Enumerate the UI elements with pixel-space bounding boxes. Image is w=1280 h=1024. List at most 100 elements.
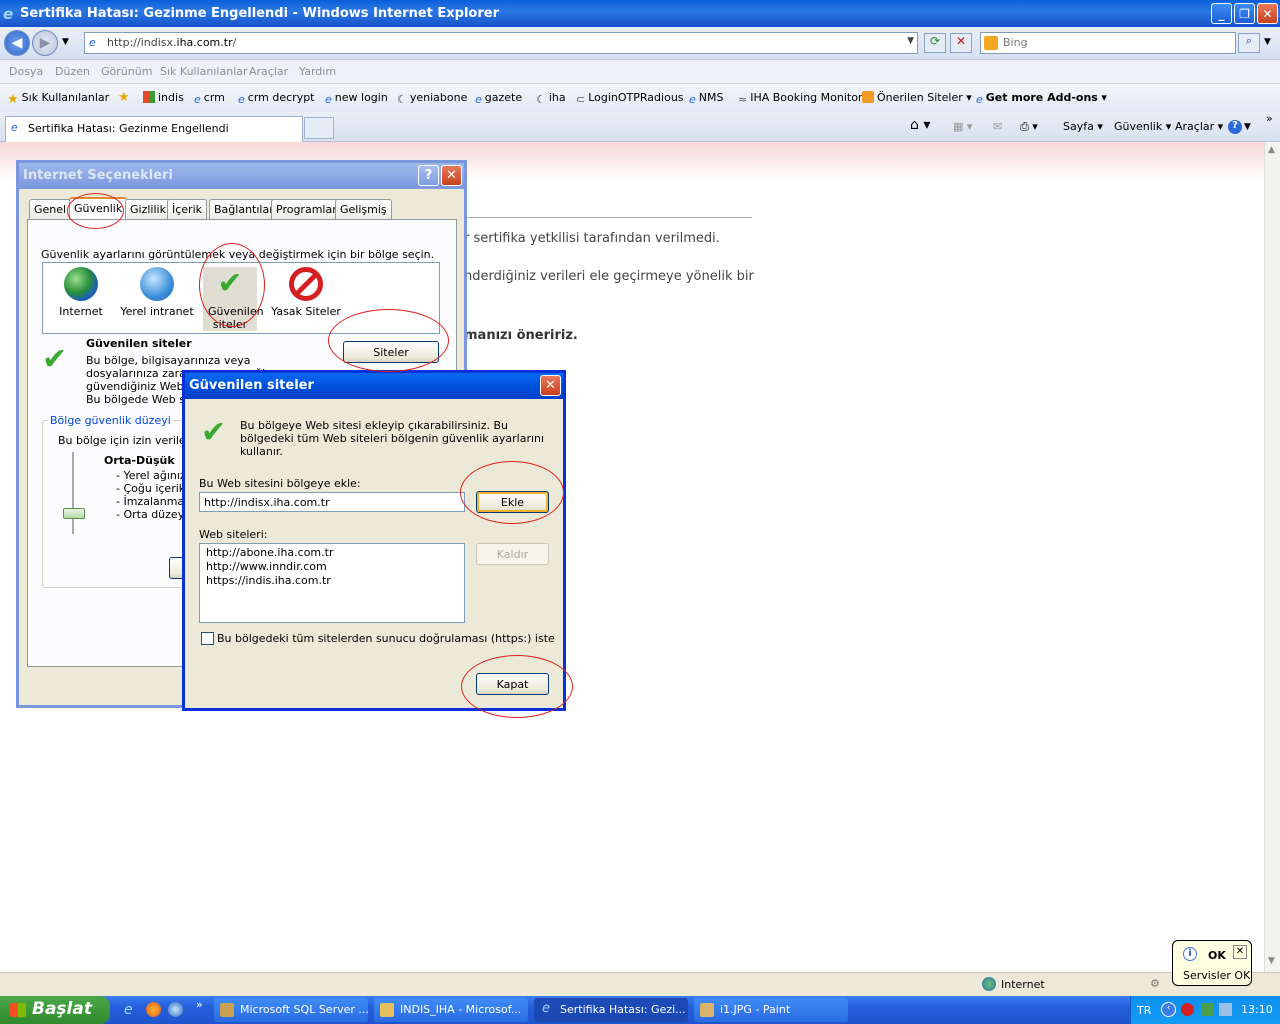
bing-icon	[984, 36, 998, 50]
list-item[interactable]: http://www.inndir.com	[206, 560, 458, 574]
new-tab-button[interactable]	[304, 117, 334, 139]
zone-internet[interactable]: Internet	[53, 267, 109, 318]
menu-yardim[interactable]: Yardım	[299, 65, 336, 78]
help-dropdown-icon[interactable]: ▼	[1244, 122, 1251, 132]
forward-button[interactable]: ▶	[32, 30, 58, 56]
tray-chevron-icon[interactable]: ‹	[1161, 1002, 1176, 1017]
minimize-button[interactable]: _	[1211, 3, 1232, 24]
clock[interactable]: 13:10	[1241, 1003, 1273, 1016]
refresh-button[interactable]: ⟳	[924, 33, 946, 53]
paperclip-icon: ⊂	[576, 93, 586, 106]
menu-gorunum[interactable]: Görünüm	[101, 65, 152, 78]
zone-local-intranet[interactable]: Yerel intranet	[119, 267, 195, 318]
history-dropdown-icon[interactable]: ▼	[62, 37, 69, 47]
fav-indis[interactable]: indis	[143, 91, 184, 104]
close-button[interactable]: ✕	[1257, 3, 1278, 24]
globe-icon	[64, 267, 98, 301]
fav-nms[interactable]: e NMS	[689, 91, 723, 106]
dialog-close-button[interactable]: ✕	[441, 165, 462, 186]
https-checkbox[interactable]	[201, 632, 214, 645]
notification-balloon[interactable]: i OK ✕ Servisler OK	[1172, 940, 1252, 986]
tab-programlar[interactable]: Programlar	[271, 199, 342, 219]
task-sql-server[interactable]: Microsoft SQL Server ...	[214, 998, 368, 1022]
fav-get-more-addons[interactable]: e Get more Add-ons ▾	[976, 91, 1107, 106]
tray-network-icon[interactable]	[1201, 1003, 1214, 1016]
quicklaunch-app-icon[interactable]	[168, 1002, 183, 1017]
tab-icerik[interactable]: İçerik	[167, 199, 208, 219]
add-site-input[interactable]: http://indisx.iha.com.tr	[199, 492, 465, 512]
menu-araclar[interactable]: Araçlar	[249, 65, 288, 78]
search-options-icon[interactable]: ▼	[1264, 37, 1271, 47]
task-ie-certificate[interactable]: e Sertifika Hatası: Gezi...	[534, 998, 688, 1022]
scroll-up-icon[interactable]: ▲	[1268, 145, 1275, 155]
safety-menu[interactable]: Güvenlik ▾	[1114, 120, 1171, 133]
scroll-down-icon[interactable]: ▼	[1268, 956, 1275, 966]
fav-yeniabone[interactable]: ☾ yeniabone	[397, 91, 467, 106]
search-button[interactable]: ⌕	[1238, 33, 1260, 53]
start-button[interactable]: Başlat	[0, 996, 110, 1024]
prohibited-icon	[289, 267, 323, 301]
add-favorite-icon[interactable]: ★	[118, 90, 130, 105]
task-indis-iha[interactable]: INDIS_IHA - Microsof...	[374, 998, 528, 1022]
stop-button[interactable]: ✕	[950, 33, 972, 53]
security-slider-thumb[interactable]	[63, 508, 85, 519]
status-zone[interactable]: Internet	[1001, 978, 1045, 991]
chevron-right-icon[interactable]: »	[1266, 112, 1273, 125]
fav-onerilen-siteler[interactable]: Önerilen Siteler ▾	[862, 91, 972, 104]
remove-button[interactable]: Kaldır	[476, 543, 549, 565]
fav-iha-booking-monitor[interactable]: ≈ IHA Booking Monitor	[738, 91, 862, 106]
maximize-button[interactable]: ❐	[1234, 3, 1255, 24]
address-input[interactable]: e http://indisx.iha.com.tr/ ▼	[84, 32, 918, 54]
quicklaunch-more-icon[interactable]: »	[196, 998, 203, 1011]
ie-logo-icon: e	[3, 5, 14, 23]
fav-gazete[interactable]: e gazete	[475, 91, 522, 106]
quicklaunch-ie-icon[interactable]: e	[124, 1002, 133, 1018]
browser-tab[interactable]: e Sertifika Hatası: Gezinme Engellendi	[5, 116, 303, 142]
dialog-title: Internet Seçenekleri	[23, 168, 173, 183]
tab-baglantilar[interactable]: Bağlantılar	[209, 199, 279, 219]
address-dropdown-icon[interactable]: ▼	[907, 36, 914, 46]
tools-menu[interactable]: Araçlar ▾	[1175, 120, 1223, 133]
menu-sik-kullanilanlar[interactable]: Sık Kullanılanlar	[160, 65, 248, 78]
page-menu[interactable]: Sayfa ▾	[1063, 120, 1103, 133]
print-icon[interactable]: ⎙ ▾	[1020, 120, 1038, 134]
dialog-close-button[interactable]: ✕	[540, 375, 561, 396]
fav-iha[interactable]: ☾ iha	[536, 91, 566, 106]
back-button[interactable]: ◀	[4, 30, 30, 56]
vertical-scrollbar[interactable]: ▲ ▼	[1264, 142, 1280, 972]
balloon-close-icon[interactable]: ✕	[1233, 945, 1247, 959]
help-icon[interactable]: ?	[1228, 120, 1242, 134]
task-paint[interactable]: i1.JPG - Paint	[694, 998, 848, 1022]
menu-duzen[interactable]: Düzen	[55, 65, 90, 78]
tab-genel[interactable]: Genel	[29, 199, 72, 219]
tray-display-icon[interactable]	[1219, 1003, 1232, 1016]
tray-alert-icon[interactable]	[1181, 1003, 1194, 1016]
sites-listbox[interactable]: http://abone.iha.com.tr http://www.inndi…	[199, 543, 465, 623]
fav-loginotpradious[interactable]: ⊂ LoginOTPRadious	[576, 91, 684, 106]
list-item[interactable]: http://abone.iha.com.tr	[206, 546, 458, 560]
quicklaunch-firefox-icon[interactable]	[146, 1002, 161, 1017]
window-title: Sertifika Hatası: Gezinme Engellendi - W…	[20, 6, 500, 21]
fav-new-login[interactable]: e new login	[325, 91, 388, 106]
fav-crm[interactable]: e crm	[194, 91, 225, 106]
fav-crm-decrypt[interactable]: e crm decrypt	[238, 91, 315, 106]
menu-dosya[interactable]: Dosya	[9, 65, 43, 78]
list-item[interactable]: https://indis.iha.com.tr	[206, 574, 458, 588]
help-button[interactable]: ?	[418, 165, 439, 186]
security-level-label: Bölge güvenlik düzeyi	[48, 414, 173, 427]
annotation-circle-add-button	[460, 461, 564, 524]
tab-gizlilik[interactable]: Gizlilik	[125, 199, 171, 219]
url-domain: iha.com.tr	[176, 36, 233, 49]
tab-gelismis[interactable]: Gelişmiş	[335, 199, 392, 219]
ie-page-icon: e	[238, 93, 245, 106]
ie-page-icon: e	[542, 1001, 550, 1016]
security-slider-track[interactable]	[72, 452, 74, 534]
home-icon[interactable]: ⌂ ▾	[910, 117, 930, 133]
zone-restricted-sites[interactable]: Yasak Siteler	[271, 267, 341, 318]
feeds-icon[interactable]: ▦ ▾	[953, 120, 972, 133]
language-indicator[interactable]: TR	[1137, 1004, 1151, 1017]
favorites-button[interactable]: ★ Sık Kullanılanlar	[7, 91, 109, 107]
mail-icon[interactable]: ✉	[993, 120, 1002, 133]
search-input[interactable]: Bing	[980, 32, 1236, 54]
menu-bar: Dosya Düzen Görünüm Sık Kullanılanlar Ar…	[0, 60, 1280, 84]
